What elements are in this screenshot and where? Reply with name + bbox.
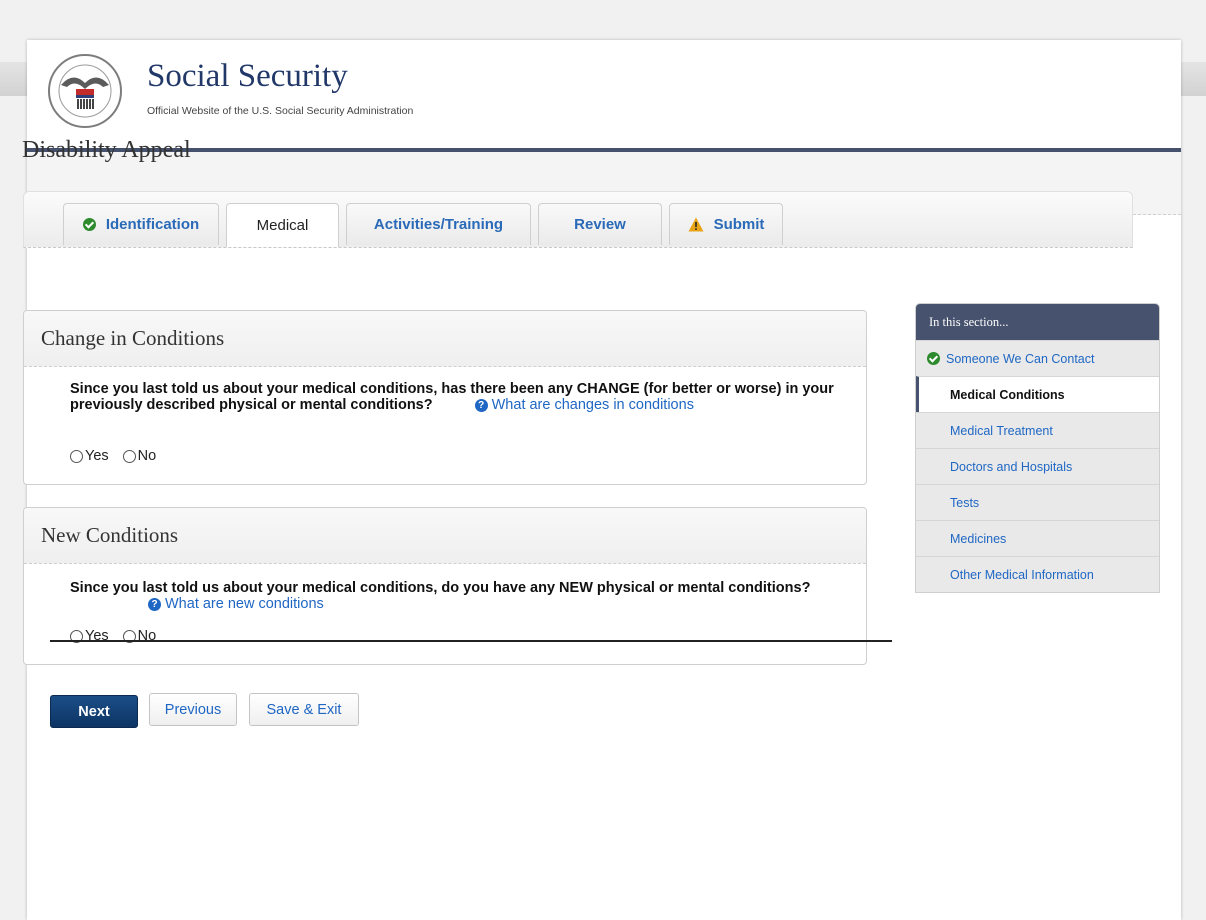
sidenav-heading: In this section... [916, 304, 1159, 340]
previous-button[interactable]: Previous [149, 693, 237, 726]
ssa-seal-logo [48, 54, 122, 128]
sidenav-item-medical-treatment[interactable]: Medical Treatment [916, 412, 1159, 448]
tab-submit[interactable]: Submit [669, 203, 783, 245]
sidenav-item-label: Medical Conditions [950, 387, 1065, 402]
radio-change-yes[interactable]: Yes [70, 448, 109, 464]
tab-medical[interactable]: Medical [226, 203, 339, 247]
sidenav-item-label: Medical Treatment [950, 423, 1053, 438]
section-sidenav: In this section... Someone We Can Contac… [915, 303, 1160, 593]
sidenav-item-label: Other Medical Information [950, 567, 1094, 582]
question-text: Since you last told us about your medica… [70, 580, 811, 596]
sidenav-item-other-medical-information[interactable]: Other Medical Information [916, 556, 1159, 592]
form-divider [50, 640, 892, 642]
tab-label: Medical [256, 217, 309, 234]
sidenav-item-label: Medicines [950, 531, 1007, 546]
warning-icon [688, 217, 704, 232]
check-circle-icon [82, 218, 96, 231]
site-subtitle: Official Website of the U.S. Social Secu… [147, 105, 414, 117]
tab-identification[interactable]: Identification [63, 203, 219, 245]
sidenav-item-label: Tests [950, 495, 980, 510]
section-title: New Conditions [41, 523, 179, 547]
sidenav-item-someone-we-can-contact[interactable]: Someone We Can Contact [916, 340, 1159, 376]
help-link-changes[interactable]: ? What are changes in conditions [474, 397, 694, 413]
radio-label: No [137, 448, 157, 464]
radio-circle-icon [70, 449, 83, 463]
tab-label: Submit [713, 216, 765, 233]
sidenav-item-label: Someone We Can Contact [946, 351, 1095, 366]
change-radio-group: Yes No [70, 448, 156, 464]
help-link-new[interactable]: ? What are new conditions [148, 596, 324, 612]
section-title: Change in Conditions [41, 326, 225, 350]
section-header: New Conditions [24, 508, 866, 564]
page-title: Disability Appeal [22, 137, 191, 163]
new-question: Since you last told us about your medica… [70, 580, 850, 612]
tab-label: Review [574, 216, 626, 233]
sidenav-item-doctors-and-hospitals[interactable]: Doctors and Hospitals [916, 448, 1159, 484]
site-header: Social Security Official Website of the … [27, 40, 1181, 150]
section-header: Change in Conditions [24, 311, 866, 367]
sidenav-item-medical-conditions[interactable]: Medical Conditions [916, 376, 1159, 412]
tab-activities-training[interactable]: Activities/Training [346, 203, 531, 245]
radio-circle-icon [122, 449, 136, 463]
sidenav-item-medicines[interactable]: Medicines [916, 520, 1159, 556]
next-button[interactable]: Next [50, 695, 138, 728]
help-link-text: What are new conditions [165, 596, 324, 612]
save-exit-button[interactable]: Save & Exit [249, 693, 359, 726]
radio-label: Yes [85, 448, 109, 464]
help-link-text: What are changes in conditions [491, 397, 694, 413]
radio-change-no[interactable]: No [122, 448, 157, 464]
sidenav-item-tests[interactable]: Tests [916, 484, 1159, 520]
check-circle-icon [927, 352, 940, 365]
tab-label: Identification [105, 216, 200, 233]
site-title[interactable]: Social Security [147, 58, 348, 95]
tab-review[interactable]: Review [538, 203, 662, 245]
change-question: Since you last told us about your medica… [70, 381, 850, 413]
help-icon: ? [148, 598, 161, 611]
question-text: Since you last told us about your medica… [70, 381, 834, 413]
sidenav-item-label: Doctors and Hospitals [950, 459, 1073, 474]
help-icon: ? [474, 399, 488, 412]
tab-label: Activities/Training [373, 216, 504, 233]
